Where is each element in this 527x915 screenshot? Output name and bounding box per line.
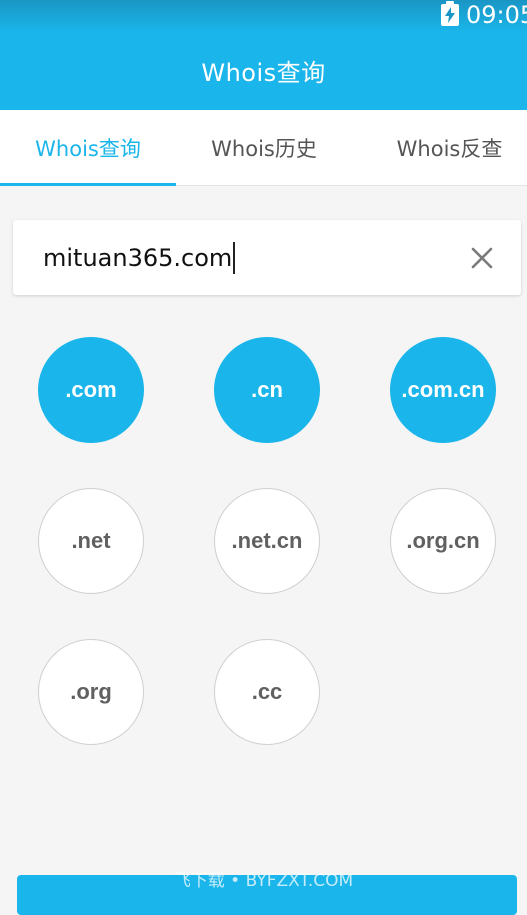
tld-label: .cc — [251, 679, 283, 704]
tld-label: .com — [65, 377, 117, 402]
watermark: 飞下载 • BYFZXT.COM — [173, 871, 354, 891]
tab-whois-reverse[interactable]: Whois反查 — [352, 110, 527, 185]
tld-label: .net — [71, 528, 111, 553]
tld-label: .org.cn — [406, 528, 480, 553]
tld-option-cn[interactable]: .cn — [214, 337, 320, 443]
tab-bar: Whois查询 Whois历史 Whois反查 — [0, 110, 527, 186]
tld-option-com-cn[interactable]: .com.cn — [390, 337, 496, 443]
tld-label: .cn — [251, 377, 283, 402]
tld-label: .net.cn — [231, 528, 303, 553]
battery-charging-icon — [441, 1, 459, 26]
tld-label: .com.cn — [401, 377, 485, 402]
tld-option-cc[interactable]: .cc — [214, 639, 320, 745]
tld-label: .org — [70, 679, 112, 704]
tab-whois-query[interactable]: Whois查询 — [0, 110, 176, 185]
status-bar: 09:05 — [0, 0, 527, 32]
tld-option-org[interactable]: .org — [38, 639, 144, 745]
tld-option-net[interactable]: .net — [38, 488, 144, 594]
close-icon[interactable] — [468, 244, 496, 272]
domain-input[interactable]: mituan365.com — [43, 220, 443, 295]
page-title: Whois查询 — [201, 58, 326, 87]
tab-indicator — [0, 183, 176, 186]
text-caret — [233, 241, 235, 274]
app-bar: Whois查询 — [0, 32, 527, 110]
domain-search-box: mituan365.com — [13, 220, 521, 295]
domain-input-value: mituan365.com — [43, 243, 233, 272]
tld-option-org-cn[interactable]: .org.cn — [390, 488, 496, 594]
tld-option-com[interactable]: .com — [38, 337, 144, 443]
tab-whois-history[interactable]: Whois历史 — [176, 110, 352, 185]
tld-option-net-cn[interactable]: .net.cn — [214, 488, 320, 594]
status-time: 09:05 — [466, 1, 527, 29]
